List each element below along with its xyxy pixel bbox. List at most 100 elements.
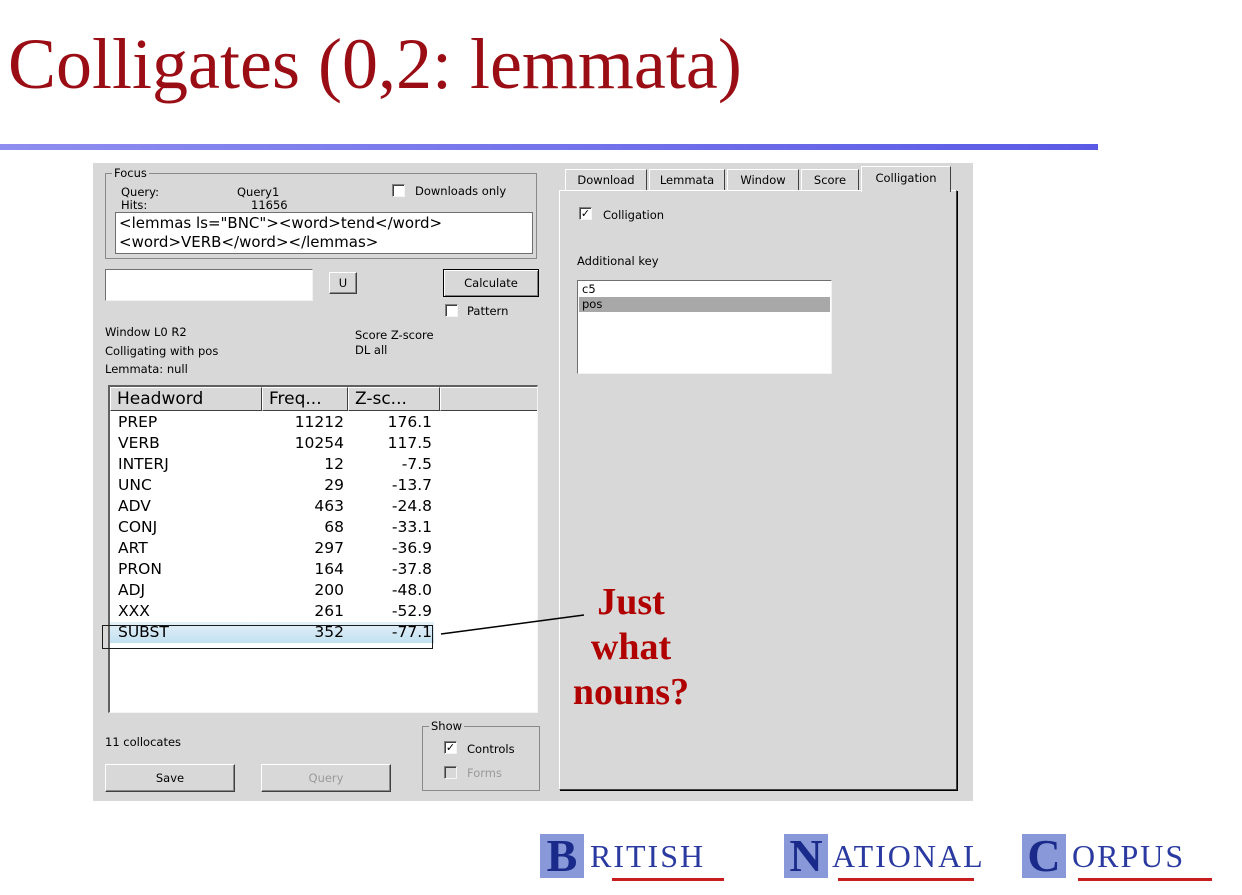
zscore-cell: -7.5 [401, 455, 432, 473]
query-label: Query: [121, 185, 159, 199]
headword-cell: PREP [118, 413, 158, 431]
freq-cell: 200 [314, 581, 344, 599]
headword-cell: UNC [118, 476, 152, 494]
table-row[interactable]: XXX 261 -52.9 [110, 601, 434, 622]
headword-cell: CONJ [118, 518, 158, 536]
controls-label: Controls [467, 742, 515, 756]
collocates-count: 11 collocates [105, 735, 182, 749]
annotation-line-2: what [590, 626, 672, 668]
bnc-logo: B RITISH N ATIONAL C ORPUS [540, 822, 1230, 886]
zscore-cell: -37.8 [391, 560, 432, 578]
logo-word-corpus: ORPUS [1072, 838, 1186, 874]
tab-lemmata[interactable]: Lemmata [649, 169, 725, 191]
freq-cell: 10254 [294, 434, 344, 452]
annotation-line-3: nouns? [572, 671, 690, 713]
zscore-cell: -36.9 [391, 539, 432, 557]
tab-colligation[interactable]: Colligation [861, 166, 951, 192]
logo-letter-b: B [540, 833, 584, 879]
downloads-only-label: Downloads only [415, 184, 507, 198]
key-item-c5[interactable]: c5 [579, 282, 830, 297]
table-row[interactable]: PRON 164 -37.8 [110, 559, 434, 580]
logo-underline-british [612, 878, 724, 881]
zscore-cell: -48.0 [391, 581, 432, 599]
colligation-checkbox[interactable]: ✓ [579, 207, 592, 220]
forms-checkbox[interactable] [444, 766, 457, 779]
downloads-only-checkbox[interactable] [392, 184, 405, 197]
freq-cell: 29 [324, 476, 344, 494]
column-header-freq[interactable]: Freq... [262, 387, 348, 411]
table-row[interactable]: ADJ 200 -48.0 [110, 580, 434, 601]
selected-row-outline [102, 625, 433, 649]
title-rule [0, 144, 1098, 150]
hits-label: Hits: [121, 198, 148, 212]
query-text[interactable]: <lemmas ls="BNC"><word>tend</word><word>… [115, 212, 533, 254]
window-info: Window L0 R2 [105, 325, 187, 339]
freq-cell: 463 [314, 497, 344, 515]
logo-word-national: ATIONAL [832, 838, 985, 874]
tab-window[interactable]: Window [727, 169, 799, 191]
tab-score[interactable]: Score [801, 169, 859, 191]
headword-cell: XXX [118, 602, 150, 620]
table-row[interactable]: ADV 463 -24.8 [110, 496, 434, 517]
show-legend: Show [429, 719, 465, 733]
score-info: Score Z-score [355, 328, 434, 342]
show-group: Show [422, 719, 540, 791]
zscore-cell: 117.5 [387, 434, 432, 452]
zscore-cell: -33.1 [391, 518, 432, 536]
headword-cell: ADJ [118, 581, 146, 599]
search-input[interactable] [105, 269, 313, 301]
results-table[interactable]: Headword Freq... Z-sc... PREP 11212 176.1 V… [108, 385, 538, 713]
table-row[interactable]: INTERJ 12 -7.5 [110, 454, 434, 475]
additional-key-label: Additional key [577, 254, 659, 268]
colligation-app: Focus Query: Query1 Hits: 11656 Download… [93, 163, 973, 801]
logo-underline-national [838, 878, 974, 881]
freq-cell: 11212 [294, 413, 344, 431]
u-button[interactable]: U [329, 272, 357, 294]
headword-cell: VERB [118, 434, 160, 452]
table-row[interactable]: PREP 11212 176.1 [110, 412, 434, 433]
slide-title: Colligates (0,2: lemmata) [8, 24, 742, 104]
freq-cell: 297 [314, 539, 344, 557]
headword-cell: INTERJ [118, 455, 169, 473]
freq-cell: 261 [314, 602, 344, 620]
additional-key-list[interactable]: c5 pos [577, 280, 832, 374]
dl-info: DL all [355, 343, 388, 357]
freq-cell: 68 [324, 518, 344, 536]
query-button[interactable]: Query [261, 764, 391, 792]
tab-download[interactable]: Download [565, 169, 647, 191]
column-header-headword[interactable]: Headword [110, 387, 262, 411]
pattern-label: Pattern [467, 304, 509, 318]
headword-cell: ART [118, 539, 148, 557]
zscore-cell: -24.8 [391, 497, 432, 515]
annotation-callout: Just what nouns? [566, 580, 696, 715]
query-value: Query1 [237, 185, 280, 199]
zscore-cell: 176.1 [387, 413, 432, 431]
table-row[interactable]: UNC 29 -13.7 [110, 475, 434, 496]
logo-letter-n: N [784, 833, 828, 879]
headword-cell: PRON [118, 560, 162, 578]
colligation-label: Colligation [603, 208, 665, 222]
column-header-zscore[interactable]: Z-sc... [348, 387, 440, 411]
query-text-content: <lemmas ls="BNC"><word>tend</word><word>… [119, 214, 443, 251]
zscore-cell: -13.7 [391, 476, 432, 494]
calculate-button[interactable]: Calculate [443, 269, 539, 297]
forms-label: Forms [467, 766, 502, 780]
controls-checkbox[interactable]: ✓ [444, 741, 457, 754]
freq-cell: 164 [314, 560, 344, 578]
pattern-checkbox[interactable] [445, 304, 458, 317]
focus-legend: Focus [112, 166, 149, 180]
settings-tabs: Download Lemmata Window Score Colligatio… [565, 166, 955, 192]
key-item-pos[interactable]: pos [579, 297, 830, 312]
hits-value: 11656 [251, 198, 288, 212]
logo-letter-c: C [1022, 833, 1066, 879]
zscore-cell: -52.9 [391, 602, 432, 620]
table-row[interactable]: CONJ 68 -33.1 [110, 517, 434, 538]
lemmata-info: Lemmata: null [105, 362, 188, 376]
table-row[interactable]: VERB 10254 117.5 [110, 433, 434, 454]
table-row[interactable]: ART 297 -36.9 [110, 538, 434, 559]
annotation-line-1: Just [597, 581, 665, 623]
column-header-empty [440, 387, 537, 411]
headword-cell: ADV [118, 497, 151, 515]
save-button[interactable]: Save [105, 764, 235, 792]
logo-underline-corpus [1078, 878, 1212, 881]
